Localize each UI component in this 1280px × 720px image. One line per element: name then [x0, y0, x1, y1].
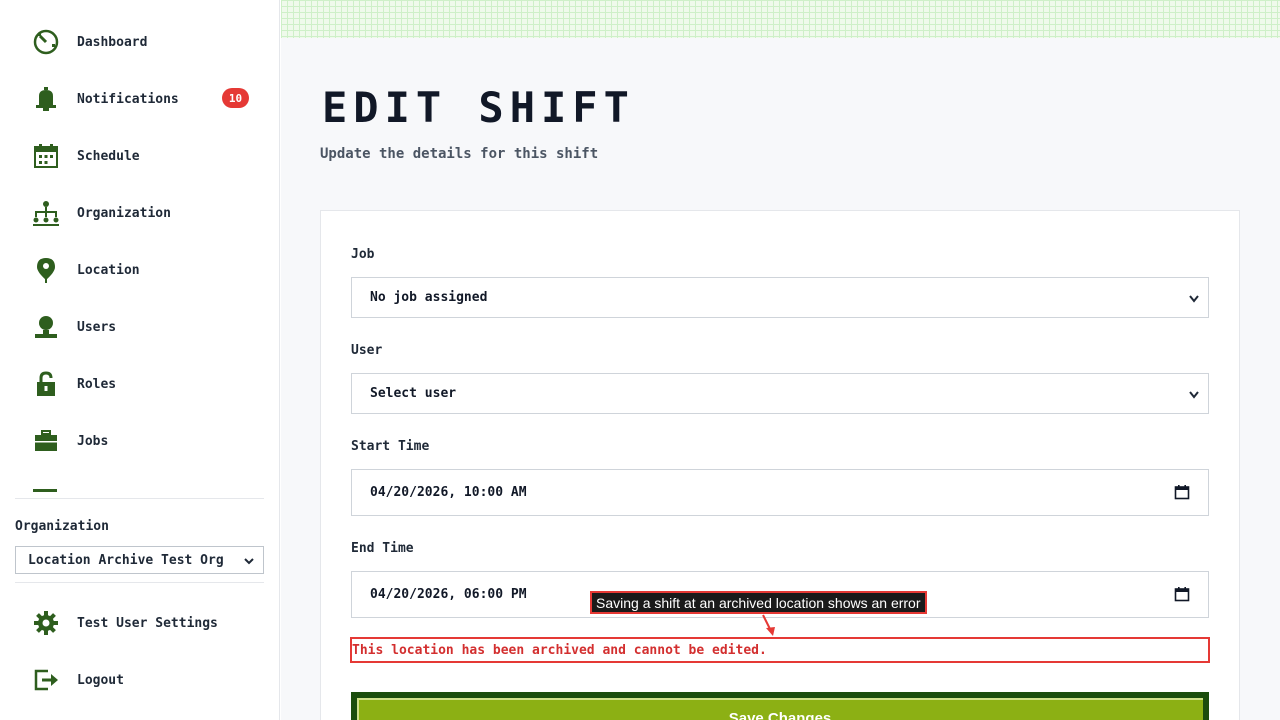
- organization-select-value: Location Archive Test Org: [28, 552, 224, 568]
- job-select[interactable]: No job assigned: [351, 277, 1209, 318]
- calendar-icon: [30, 140, 62, 172]
- bell-icon: [30, 83, 62, 115]
- map-pin-icon: [30, 254, 62, 286]
- divider: [15, 498, 264, 499]
- edit-shift-form: Job No job assigned User Select user Sta…: [320, 210, 1240, 720]
- sidebar-item-label: Location: [77, 262, 140, 278]
- logout-icon: [30, 664, 62, 696]
- job-label: Job: [351, 247, 375, 262]
- sidebar-item-location[interactable]: Location: [30, 250, 265, 290]
- org-chart-icon: [30, 197, 62, 229]
- start-time-input[interactable]: 04/20/2026, 10:00 AM: [351, 469, 1209, 516]
- lock-icon: [30, 368, 62, 400]
- partial-nav-icon: [33, 489, 57, 492]
- organization-label: Organization: [15, 519, 109, 534]
- notification-count-badge: 10: [222, 88, 249, 108]
- start-time-value: 04/20/2026, 10:00 AM: [370, 485, 527, 500]
- divider: [15, 582, 264, 583]
- user-label: User: [351, 343, 383, 358]
- end-time-label: End Time: [351, 541, 414, 556]
- sidebar-item-users[interactable]: Users: [30, 307, 265, 347]
- job-select-value: No job assigned: [370, 290, 488, 305]
- sidebar-item-jobs[interactable]: Jobs: [30, 421, 265, 461]
- briefcase-icon: [30, 425, 62, 457]
- sidebar-item-dashboard[interactable]: Dashboard: [30, 22, 265, 62]
- sidebar-item-label: Roles: [77, 376, 117, 392]
- sidebar-item-label: Test User Settings: [77, 615, 218, 631]
- page-title: EDIT SHIFT: [322, 83, 635, 132]
- calendar-picker-icon[interactable]: [1174, 586, 1190, 606]
- save-changes-button[interactable]: Save Changes: [351, 692, 1209, 720]
- sidebar: Dashboard Notifications 10 Schedule Orga…: [0, 0, 280, 720]
- sidebar-item-label: Logout: [77, 672, 124, 688]
- sidebar-item-label: Schedule: [77, 148, 140, 164]
- gear-icon: [30, 607, 62, 639]
- sidebar-item-label: Organization: [77, 205, 171, 221]
- sidebar-item-label: Jobs: [77, 433, 109, 449]
- sidebar-item-schedule[interactable]: Schedule: [30, 136, 265, 176]
- sidebar-item-roles[interactable]: Roles: [30, 364, 265, 404]
- sidebar-nav: Dashboard Notifications 10 Schedule Orga…: [0, 0, 280, 492]
- chevron-down-icon: [1188, 293, 1200, 308]
- user-select[interactable]: Select user: [351, 373, 1209, 414]
- calendar-picker-icon[interactable]: [1174, 484, 1190, 504]
- header-grid-pattern: [281, 0, 1280, 38]
- user-select-value: Select user: [370, 386, 457, 401]
- annotation-arrow-icon: [762, 614, 775, 636]
- end-time-value: 04/20/2026, 06:00 PM: [370, 587, 527, 602]
- chevron-down-icon: [1188, 389, 1200, 404]
- sidebar-item-organization[interactable]: Organization: [30, 193, 265, 233]
- sidebar-item-notifications[interactable]: Notifications 10: [30, 79, 265, 119]
- start-time-label: Start Time: [351, 439, 430, 454]
- error-message: This location has been archived and cann…: [350, 637, 1210, 663]
- sidebar-item-label: Users: [77, 319, 117, 335]
- user-icon: [30, 311, 62, 343]
- sidebar-item-label: Dashboard: [77, 34, 148, 50]
- sidebar-item-logout[interactable]: Logout: [30, 660, 265, 700]
- chevron-down-icon: [243, 555, 255, 571]
- sidebar-item-label: Notifications: [77, 91, 179, 107]
- sidebar-item-settings[interactable]: Test User Settings: [30, 603, 265, 643]
- annotation-callout: Saving a shift at an archived location s…: [590, 591, 927, 614]
- organization-select[interactable]: Location Archive Test Org: [15, 546, 264, 574]
- dashboard-icon: [30, 26, 62, 58]
- page-subtitle: Update the details for this shift: [320, 146, 599, 162]
